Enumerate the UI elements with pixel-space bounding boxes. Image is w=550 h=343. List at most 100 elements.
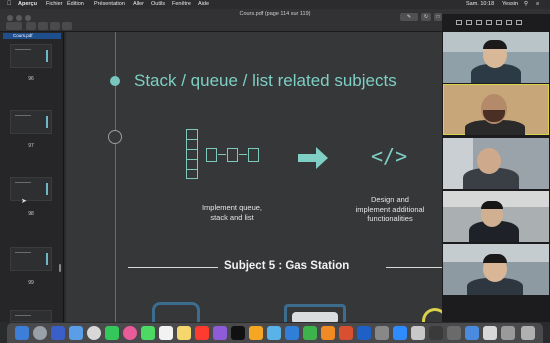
word-icon[interactable]: [357, 326, 371, 340]
trash-icon[interactable]: [521, 326, 535, 340]
queue-link-icon: [239, 154, 247, 155]
menu-aide[interactable]: Aide: [198, 0, 209, 9]
video-tile-participant-4[interactable]: [443, 191, 549, 242]
caption-line: Implement queue,: [201, 203, 263, 212]
gas-pump-icon: [152, 302, 200, 322]
video-tile-participant-3[interactable]: [443, 138, 549, 189]
app-store-icon[interactable]: [51, 326, 65, 340]
desktop-screen:  Aperçu Fichier Édition Présentation Al…: [0, 0, 550, 343]
markup-pen-icon[interactable]: ✎: [400, 13, 418, 21]
sidebar-toggle-button[interactable]: [6, 22, 22, 30]
powerpoint-icon[interactable]: [339, 326, 353, 340]
music-icon[interactable]: [195, 326, 209, 340]
zoom-out-button[interactable]: [38, 22, 48, 30]
code-icon: </>: [371, 144, 408, 168]
pdf-page-view[interactable]: Stack / queue / list related subjects </…: [66, 32, 446, 322]
layout-icon[interactable]: [516, 20, 522, 25]
info-button[interactable]: [26, 22, 36, 30]
file-icon[interactable]: [483, 326, 497, 340]
messages-icon[interactable]: [105, 326, 119, 340]
terminal-icon[interactable]: [429, 326, 443, 340]
menu-app-name[interactable]: Aperçu: [18, 0, 37, 9]
subject-heading: Subject 5 : Gas Station: [224, 260, 350, 272]
caption-design: Design and implement additional function…: [348, 195, 432, 224]
page-thumbnail-98[interactable]: [10, 177, 52, 201]
layout-icon[interactable]: [466, 20, 472, 25]
control-center-icon[interactable]: ≡: [536, 0, 539, 9]
caption-line: implement additional: [355, 204, 425, 214]
arrow-right-icon: [298, 147, 328, 169]
finder-icon[interactable]: [15, 326, 29, 340]
search-icon[interactable]: ⚲: [524, 0, 528, 9]
apple-tv-icon[interactable]: [231, 326, 245, 340]
preview-icon[interactable]: [411, 326, 425, 340]
maps-icon[interactable]: [267, 326, 281, 340]
divider-line: [128, 267, 218, 268]
facetime-icon[interactable]: [141, 326, 155, 340]
queue-link-icon: [218, 154, 226, 155]
layout-icon[interactable]: [506, 20, 512, 25]
page-thumbnail-96[interactable]: [10, 44, 52, 68]
downloads-icon[interactable]: [501, 326, 515, 340]
rotate-icon[interactable]: ↻: [421, 13, 431, 21]
apple-icon[interactable]: : [7, 0, 12, 9]
layout-icon[interactable]: [486, 20, 492, 25]
page-number-99: 99: [28, 280, 34, 286]
caption-line: stack and list: [210, 212, 254, 222]
queue-node-icon: [227, 148, 238, 162]
mail-icon[interactable]: [69, 326, 83, 340]
page-thumbnail-97[interactable]: [10, 110, 52, 134]
video-call-panel: [442, 14, 550, 322]
zoom-in-button[interactable]: [50, 22, 60, 30]
layout-icon[interactable]: [496, 20, 502, 25]
page-thumbnail-99[interactable]: [10, 247, 52, 271]
zoom-icon[interactable]: [393, 326, 407, 340]
page-thumbnail-100[interactable]: [10, 310, 52, 322]
share-button[interactable]: [62, 22, 72, 30]
caption-line: Design and: [371, 195, 409, 204]
video-tile-participant-2[interactable]: [443, 84, 549, 135]
folder-icon[interactable]: [465, 326, 479, 340]
photos-icon[interactable]: [123, 326, 137, 340]
video-tile-participant-5[interactable]: [443, 244, 549, 295]
stack-icon: [186, 129, 198, 179]
queue-node-icon: [206, 148, 217, 162]
car-window-icon: [292, 312, 338, 322]
thumbnail-sidebar: Cours.pdf 96 97 98 ➤ 99: [0, 32, 64, 322]
page-number-98: 98: [28, 211, 34, 217]
calendar-icon[interactable]: [159, 326, 173, 340]
menu-clock[interactable]: Sam. 10:18: [466, 0, 494, 9]
menu-bar:  Aperçu Fichier Édition Présentation Al…: [0, 0, 550, 9]
layout-icon[interactable]: [476, 20, 482, 25]
annotate-icon[interactable]: □: [434, 13, 442, 21]
keynote-icon[interactable]: [285, 326, 299, 340]
dock: [7, 323, 543, 343]
podcasts-icon[interactable]: [213, 326, 227, 340]
divider-line: [386, 267, 446, 268]
video-layout-controls: [442, 18, 550, 28]
menu-outils[interactable]: Outils: [151, 0, 165, 9]
numbers-icon[interactable]: [303, 326, 317, 340]
document-icon[interactable]: [447, 326, 461, 340]
page-number-96: 96: [28, 76, 34, 82]
timeline-dot-active: [110, 76, 120, 86]
caption-implement: Implement queue, stack and list: [184, 203, 280, 222]
sidebar-scrollbar[interactable]: [59, 264, 61, 272]
books-icon[interactable]: [249, 326, 263, 340]
menu-user[interactable]: Yessin: [502, 0, 518, 9]
system-preferences-icon[interactable]: [375, 326, 389, 340]
launchpad-icon[interactable]: [33, 326, 47, 340]
pages-icon[interactable]: [321, 326, 335, 340]
menu-fichier[interactable]: Fichier: [46, 0, 63, 9]
sidebar-document-item[interactable]: Cours.pdf: [3, 33, 61, 39]
menu-edition[interactable]: Édition: [67, 0, 84, 9]
video-tile-participant-1[interactable]: [443, 32, 549, 83]
menu-presentation[interactable]: Présentation: [94, 0, 125, 9]
layout-icon[interactable]: [456, 20, 462, 25]
caption-line: functionalities: [367, 214, 413, 223]
menu-aller[interactable]: Aller: [133, 0, 144, 9]
menu-fenetre[interactable]: Fenêtre: [172, 0, 191, 9]
queue-node-icon: [248, 148, 259, 162]
safari-icon[interactable]: [87, 326, 101, 340]
notes-icon[interactable]: [177, 326, 191, 340]
